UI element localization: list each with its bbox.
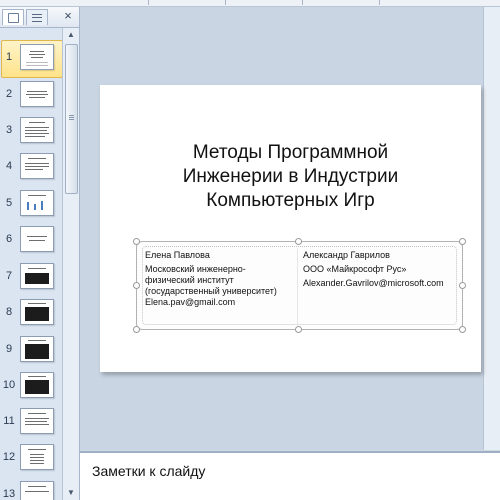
slide-preview: [20, 372, 54, 398]
slide-thumbnail-8[interactable]: 8: [0, 297, 62, 329]
slide-number: 9: [5, 343, 13, 355]
slide-thumbnail-list: 1 2 3 4 5 6 7 8 9 10 11 12 13: [0, 28, 62, 500]
slide-preview: [20, 226, 54, 252]
notes-placeholder: Заметки к слайду: [92, 463, 206, 479]
slide-thumbnail-10[interactable]: 10: [0, 370, 62, 402]
slide-number: 5: [5, 197, 13, 209]
slide-number: 12: [2, 451, 16, 463]
slide-title[interactable]: Методы Программной Инженерии в Индустрии…: [100, 141, 481, 213]
title-line: Инженерии в Индустрии: [182, 166, 399, 187]
close-pane-icon[interactable]: ×: [61, 9, 75, 23]
slide-number: 6: [5, 233, 13, 245]
scrollbar-thumb[interactable]: [65, 44, 78, 194]
ruler-strip: [0, 0, 500, 7]
resize-handle[interactable]: [295, 326, 302, 333]
slide-thumbnail-5[interactable]: 5: [0, 188, 62, 220]
resize-handle[interactable]: [459, 238, 466, 245]
scroll-up-icon[interactable]: ▲: [63, 28, 79, 42]
current-slide[interactable]: Методы Программной Инженерии в Индустрии…: [100, 85, 481, 372]
slide-number: 8: [5, 306, 13, 318]
ruler-tick: [225, 0, 226, 5]
slide-preview: [20, 117, 54, 143]
ruler-tick: [148, 0, 149, 5]
slide-number: 4: [5, 160, 13, 172]
authors-textbox[interactable]: Елена Павлова Московский инженерно- физи…: [133, 238, 466, 333]
author-company: ООО «Майкрософт Рус»: [303, 264, 407, 274]
author-email: Elena.pav@gmail.com: [145, 297, 236, 307]
resize-handle[interactable]: [133, 282, 140, 289]
slide-thumbnail-13[interactable]: 13: [0, 479, 62, 500]
slide-preview: [20, 44, 54, 70]
slide-number: 3: [5, 124, 13, 136]
title-line: Методы Программной: [192, 142, 389, 163]
slide-thumbnail-7[interactable]: 7: [0, 261, 62, 293]
slide-thumbnail-11[interactable]: 11: [0, 406, 62, 438]
resize-handle[interactable]: [295, 238, 302, 245]
slide-preview: [20, 336, 54, 362]
workspace-scrollbar[interactable]: [483, 7, 500, 450]
slide-thumbnail-2[interactable]: 2: [0, 79, 62, 111]
slide-number: 11: [3, 415, 15, 427]
slide-preview: [20, 481, 54, 500]
thumbnail-scrollbar[interactable]: ▲ ▼: [62, 28, 79, 500]
slide-thumbnail-6[interactable]: 6: [0, 224, 62, 256]
author-email: Alexander.Gavrilov@microsoft.com: [303, 278, 444, 288]
slide-thumbnail-1[interactable]: 1: [0, 40, 62, 78]
tab-outline[interactable]: [26, 9, 48, 25]
resize-handle[interactable]: [133, 326, 140, 333]
slide-number: 7: [5, 270, 13, 282]
slide-preview: [20, 299, 54, 325]
affiliation-line: Московский инженерно-: [145, 264, 246, 274]
slide-preview: [20, 263, 54, 289]
column-divider: [297, 248, 298, 324]
notes-pane[interactable]: Заметки к слайду: [80, 451, 500, 500]
tab-slides[interactable]: [2, 9, 24, 25]
slide-preview: [20, 153, 54, 179]
resize-handle[interactable]: [133, 238, 140, 245]
ruler-tick: [379, 0, 380, 5]
title-line: Компьютерных Игр: [206, 190, 375, 211]
slide-number: 1: [5, 51, 13, 63]
slide-preview: [20, 190, 54, 216]
slide-thumbnail-3[interactable]: 3: [0, 115, 62, 147]
outline-view-icon: [32, 13, 42, 22]
resize-handle[interactable]: [459, 326, 466, 333]
slide-thumbnail-9[interactable]: 9: [0, 334, 62, 366]
scroll-down-icon[interactable]: ▼: [63, 486, 79, 500]
pane-tabs: ×: [0, 7, 79, 28]
slide-preview: [20, 444, 54, 470]
resize-handle[interactable]: [459, 282, 466, 289]
affiliation-line: (государственный университет): [145, 286, 277, 296]
slide-preview: [20, 81, 54, 107]
author-left-column: Елена Павлова Московский инженерно- физи…: [145, 250, 277, 308]
author-name: Елена Павлова: [145, 250, 210, 260]
slides-view-icon: [7, 12, 19, 23]
slide-number: 10: [2, 379, 16, 391]
affiliation-line: физический институт: [145, 275, 234, 285]
slide-thumbnail-4[interactable]: 4: [0, 151, 62, 183]
slide-preview: [20, 408, 54, 434]
author-right-column: Александр Гаврилов ООО «Майкрософт Рус» …: [303, 250, 444, 289]
ruler-tick: [302, 0, 303, 5]
slide-number: 2: [5, 88, 13, 100]
author-name: Александр Гаврилов: [303, 250, 390, 260]
slide-thumbnail-12[interactable]: 12: [0, 442, 62, 474]
slides-pane: × 1 2 3 4 5 6 7 8 9 10 11 12 13 ▲ ▼: [0, 7, 80, 500]
slide-number: 13: [2, 488, 16, 500]
